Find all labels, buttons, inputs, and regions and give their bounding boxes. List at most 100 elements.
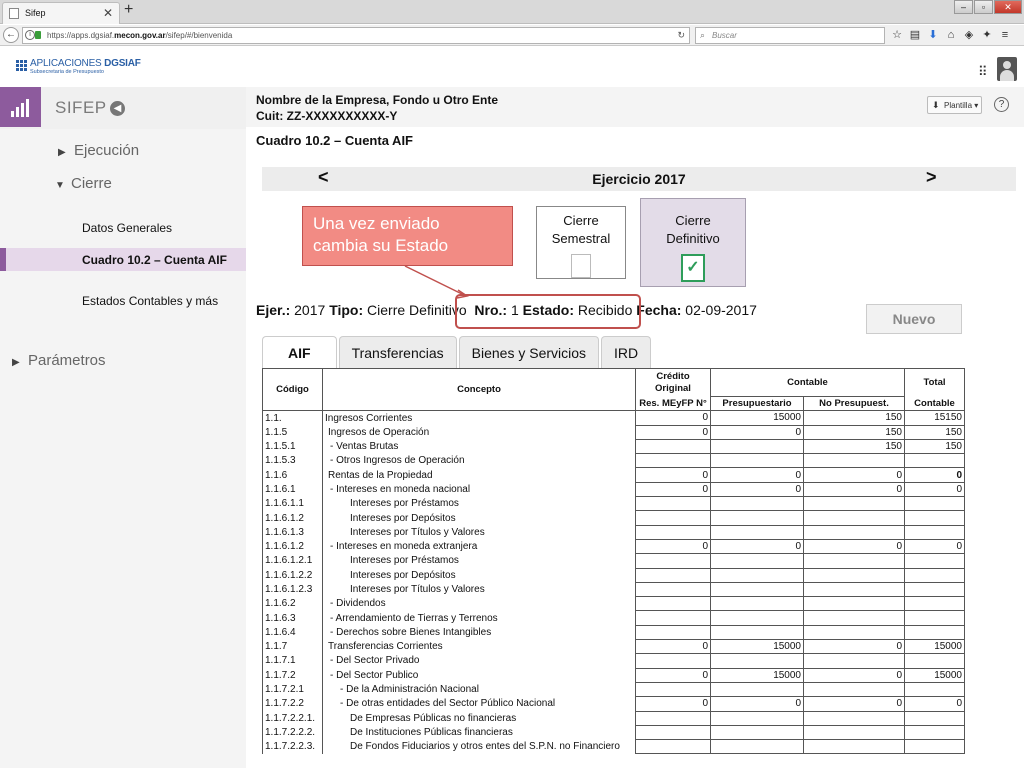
header-total-sub: Contable [904,396,965,412]
cell-presupuestario[interactable] [710,624,804,641]
cell-presupuestario[interactable] [710,710,804,726]
row-concept: - Derechos sobre Bienes Intangibles [322,625,636,640]
row-concept: Rentas de la Propiedad [322,467,636,483]
tabs: AIF Transferencias Bienes y Servicios IR… [262,336,653,368]
cell-credito[interactable] [635,553,711,569]
cell-no-presupuest[interactable] [803,624,905,641]
cell-credito[interactable] [635,453,711,469]
cell-no-presupuest[interactable] [803,553,905,569]
cell-no-presupuest[interactable] [803,524,905,540]
cell-no-presupuest[interactable]: 0 [803,538,905,555]
cell-no-presupuest[interactable] [803,510,905,526]
cell-no-presupuest[interactable] [803,724,905,741]
row-concept: - Ventas Brutas [322,439,636,454]
cell-presupuestario[interactable]: 0 [710,467,804,483]
tab-ird[interactable]: IRD [601,336,652,368]
cell-no-presupuest[interactable]: 150 [803,410,905,426]
cell-no-presupuest[interactable] [803,710,905,726]
table-row: 1.1.7.2.2.1. De Empresas Públicas no fina… [262,710,965,726]
tab-aif[interactable]: AIF [262,336,337,368]
cell-no-presupuest[interactable] [803,653,905,669]
cell-credito[interactable] [635,524,711,540]
cell-credito[interactable] [635,710,711,726]
cell-presupuestario[interactable]: 0 [710,424,804,440]
cell-no-presupuest[interactable]: 150 [803,438,905,455]
cell-presupuestario[interactable] [710,724,804,741]
cell-presupuestario[interactable]: 15000 [710,410,804,426]
cell-credito[interactable]: 0 [635,639,711,655]
row-code: 1.1.7.2.2.1. [262,711,323,726]
cell-credito[interactable]: 0 [635,667,711,683]
cell-no-presupuest[interactable]: 0 [803,481,905,498]
cell-presupuestario[interactable]: 0 [710,538,804,555]
cell-no-presupuest[interactable]: 150 [803,424,905,440]
cell-credito[interactable] [635,567,711,583]
cell-presupuestario[interactable] [710,653,804,669]
cell-credito[interactable] [635,681,711,698]
row-concept: Ingresos de Operación [322,425,636,440]
cell-no-presupuest[interactable] [803,739,905,755]
row-code: 1.1.5.3 [262,453,323,468]
cell-credito[interactable] [635,624,711,641]
cell-presupuestario[interactable] [710,453,804,469]
cell-presupuestario[interactable] [710,739,804,755]
cell-credito[interactable] [635,724,711,741]
cell-no-presupuest[interactable] [803,453,905,469]
cell-credito[interactable] [635,610,711,626]
cell-presupuestario[interactable] [710,610,804,626]
row-concept: De Empresas Públicas no financieras [322,711,636,726]
cell-credito[interactable] [635,596,711,612]
cell-no-presupuest[interactable] [803,567,905,583]
tipo-label: Tipo: [329,302,364,318]
cell-presupuestario[interactable] [710,567,804,583]
cell-presupuestario[interactable] [710,553,804,569]
cell-presupuestario[interactable] [710,510,804,526]
cell-credito[interactable]: 0 [635,481,711,498]
row-code: 1.1.7.2.2 [262,696,323,712]
cell-no-presupuest[interactable]: 0 [803,467,905,483]
cell-presupuestario[interactable] [710,596,804,612]
cell-no-presupuest[interactable] [803,610,905,626]
cell-credito[interactable] [635,438,711,455]
cell-presupuestario[interactable] [710,581,804,598]
cell-credito[interactable] [635,653,711,669]
cell-credito[interactable] [635,581,711,598]
cell-no-presupuest[interactable] [803,596,905,612]
cell-presupuestario[interactable]: 0 [710,696,804,712]
cell-presupuestario[interactable]: 15000 [710,639,804,655]
cell-credito[interactable]: 0 [635,467,711,483]
tab-transferencias[interactable]: Transferencias [338,336,457,368]
cell-no-presupuest[interactable]: 0 [803,696,905,712]
cell-no-presupuest[interactable] [803,496,905,512]
table-row: 1.1.6.1.2- Intereses en moneda extranjer… [262,538,965,555]
nuevo-button[interactable]: Nuevo [866,304,962,334]
cell-credito[interactable] [635,739,711,755]
row-concept: Intereses por Títulos y Valores [322,582,636,597]
cell-presupuestario[interactable] [710,438,804,455]
cell-no-presupuest[interactable] [803,581,905,598]
table-row: 1.1.7.2.2.2. De Instituciones Públicas fi… [262,724,965,741]
tab-bienes-servicios[interactable]: Bienes y Servicios [458,336,600,368]
cell-presupuestario[interactable] [710,524,804,540]
row-code: 1.1.7.2.1 [262,682,323,697]
cell-presupuestario[interactable]: 0 [710,481,804,498]
cell-credito[interactable] [635,510,711,526]
cell-no-presupuest[interactable]: 0 [803,639,905,655]
cell-total [904,710,965,726]
row-concept: Ingresos Corrientes [322,410,636,426]
row-concept: - Intereses en moneda extranjera [322,539,636,554]
cell-no-presupuest[interactable] [803,681,905,698]
cell-total [904,724,965,741]
cell-credito[interactable]: 0 [635,410,711,426]
cell-presupuestario[interactable]: 15000 [710,667,804,683]
row-code: 1.1.6.1.2 [262,510,323,526]
cell-presupuestario[interactable] [710,496,804,512]
cell-credito[interactable] [635,496,711,512]
cell-credito[interactable]: 0 [635,696,711,712]
cell-no-presupuest[interactable]: 0 [803,667,905,683]
cell-credito[interactable]: 0 [635,424,711,440]
header-total: Total [904,368,965,397]
aif-table: Código Concepto Crédito Original Contable… [262,367,965,755]
cell-credito[interactable]: 0 [635,538,711,555]
cell-presupuestario[interactable] [710,681,804,698]
